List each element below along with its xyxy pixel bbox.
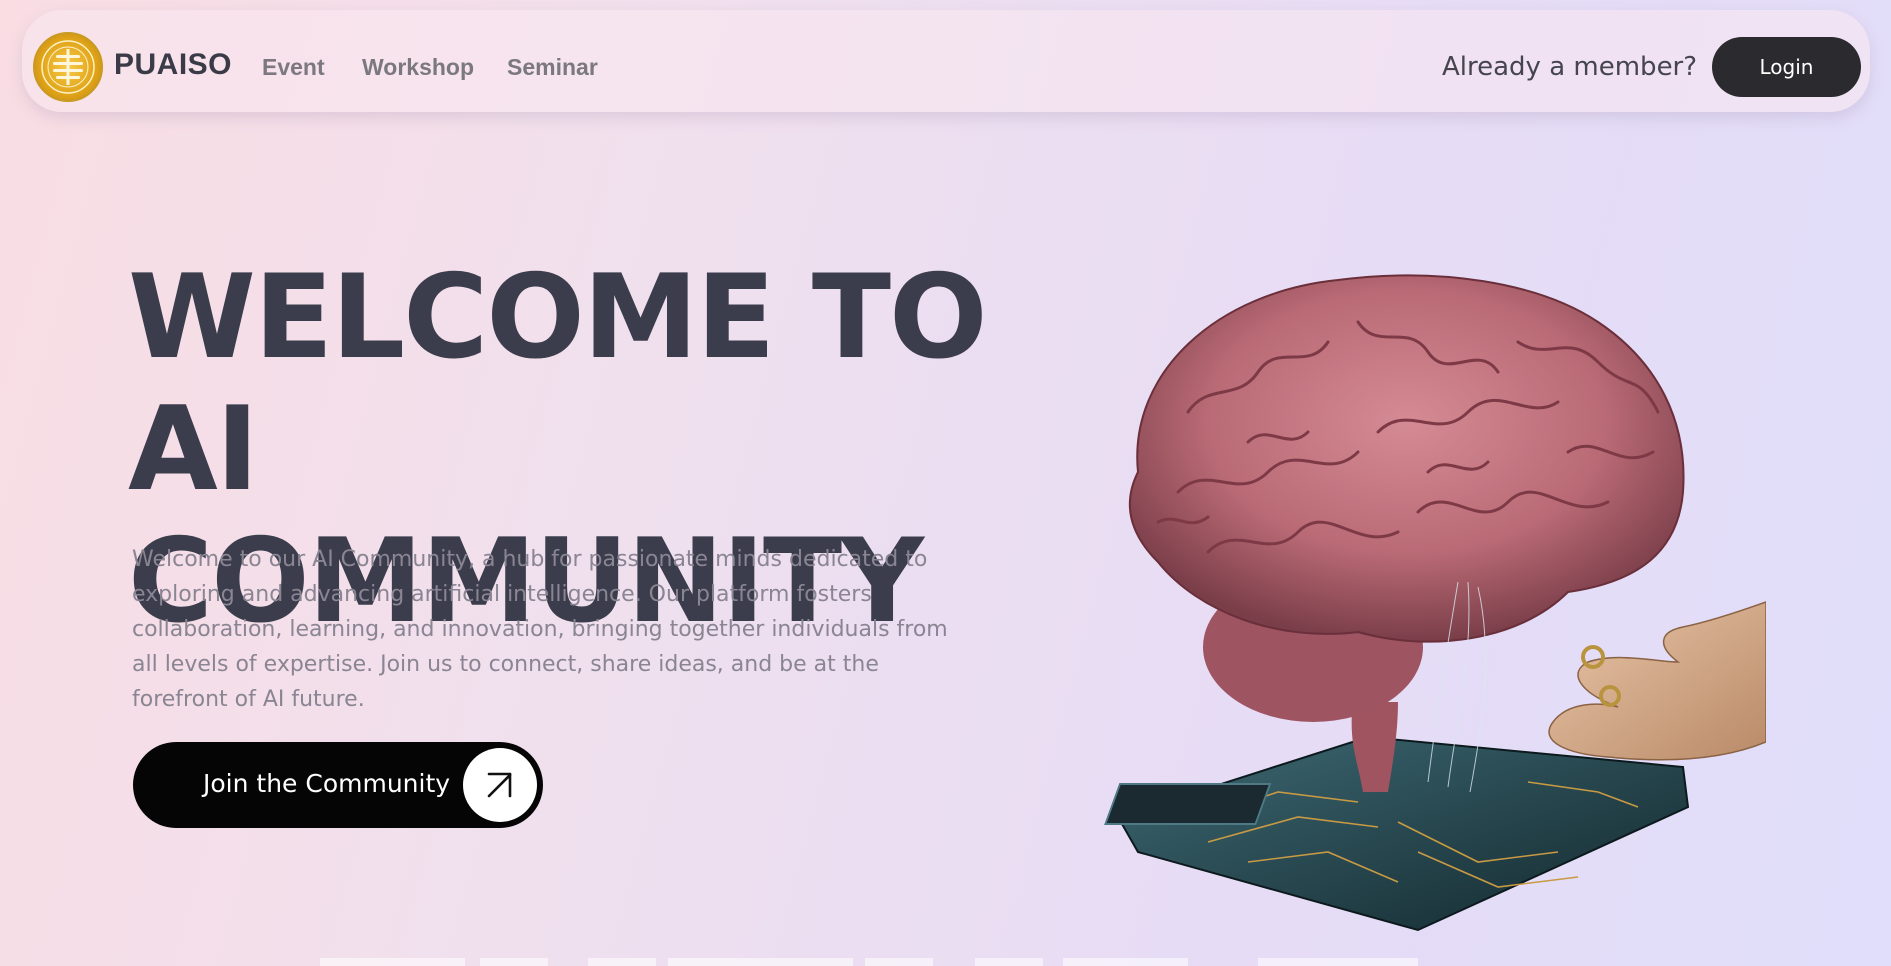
arrow-up-right-icon (463, 748, 537, 822)
nav-link-event[interactable]: Event (262, 54, 325, 81)
bottom-partner-placeholder (668, 958, 853, 966)
brain-on-chip-illustration (1098, 262, 1767, 934)
puaiso-logo-icon[interactable] (33, 32, 103, 102)
join-community-button[interactable]: Join the Community (133, 742, 543, 828)
login-button[interactable]: Login (1712, 37, 1861, 97)
already-member-text: Already a member? (1442, 52, 1698, 82)
hero-title-line-1: WELCOME TO (128, 250, 988, 385)
bottom-partner-placeholder (480, 958, 548, 966)
bottom-partner-placeholder (975, 958, 1043, 966)
bottom-partner-placeholder (588, 958, 656, 966)
join-community-label: Join the Community (203, 769, 451, 798)
bottom-partner-placeholder (320, 958, 465, 966)
bottom-partner-placeholder (1063, 958, 1188, 966)
bottom-partner-placeholder (1258, 958, 1418, 966)
bottom-partner-placeholder (865, 958, 933, 966)
nav-link-seminar[interactable]: Seminar (507, 54, 598, 81)
top-navbar: PUAISO Event Workshop Seminar Already a … (22, 10, 1870, 112)
nav-link-workshop[interactable]: Workshop (362, 54, 474, 81)
brand-name[interactable]: PUAISO (114, 48, 232, 82)
hero-description: Welcome to our AI Community, a hub for p… (132, 547, 948, 712)
